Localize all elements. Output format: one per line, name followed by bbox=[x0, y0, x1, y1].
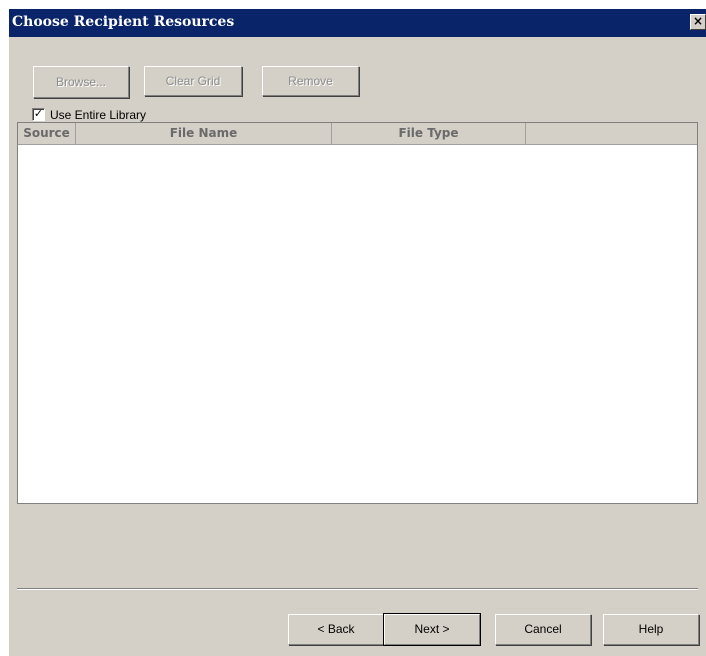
use-entire-library-checkbox[interactable]: ✓ bbox=[32, 108, 45, 121]
remove-button[interactable]: Remove bbox=[262, 66, 359, 96]
grid-header: Source File Name File Type bbox=[18, 123, 697, 145]
cancel-button[interactable]: Cancel bbox=[495, 614, 591, 645]
back-button[interactable]: < Back bbox=[288, 614, 384, 645]
browse-button[interactable]: Browse... bbox=[33, 66, 129, 98]
close-button[interactable]: × bbox=[690, 14, 706, 30]
column-header-source[interactable]: Source bbox=[18, 123, 76, 144]
checkmark-icon: ✓ bbox=[33, 107, 44, 120]
title-bar[interactable]: Choose Recipient Resources × bbox=[9, 9, 706, 37]
footer-separator bbox=[17, 588, 698, 590]
next-button[interactable]: Next > bbox=[383, 613, 481, 646]
clear-grid-button[interactable]: Clear Grid bbox=[144, 66, 242, 96]
help-button[interactable]: Help bbox=[603, 614, 699, 645]
resources-grid[interactable]: Source File Name File Type bbox=[17, 122, 698, 504]
column-header-file-name[interactable]: File Name bbox=[76, 123, 332, 144]
dialog-title: Choose Recipient Resources bbox=[12, 14, 235, 30]
close-icon: × bbox=[692, 14, 704, 28]
column-header-file-type[interactable]: File Type bbox=[332, 123, 526, 144]
use-entire-library-label: Use Entire Library bbox=[50, 108, 147, 122]
